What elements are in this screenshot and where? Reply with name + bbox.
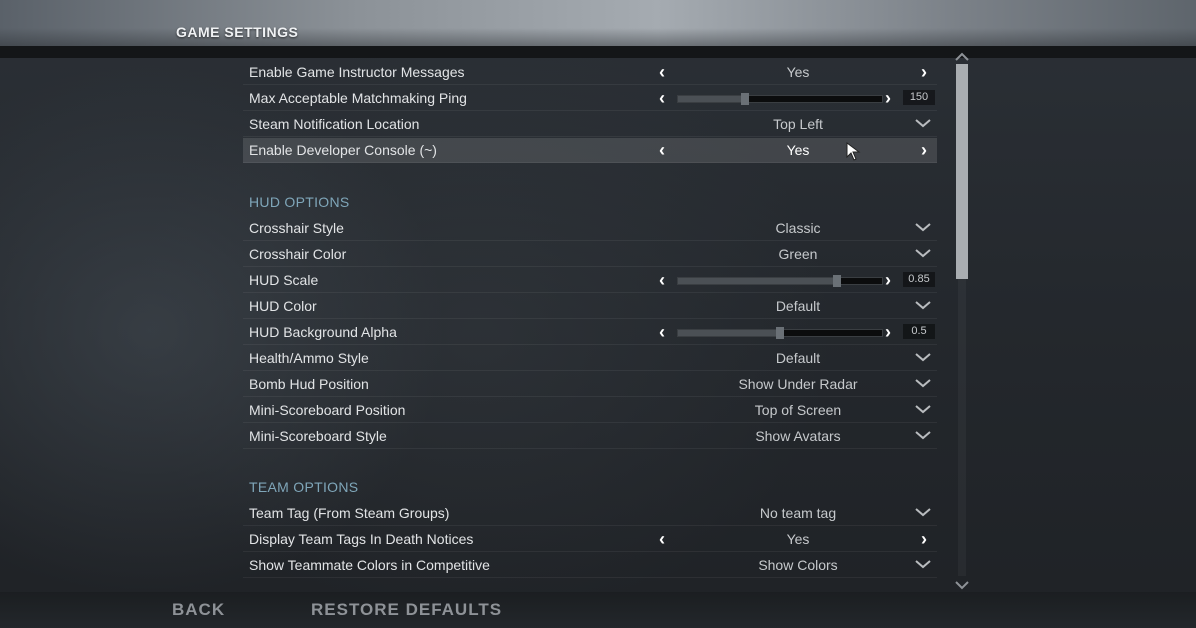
scrollbar[interactable] — [952, 50, 972, 590]
slider-fill — [678, 96, 746, 102]
arrow-right-icon[interactable]: › — [885, 88, 891, 108]
back-button[interactable]: BACK — [172, 600, 225, 620]
setting-row-hud-background-alpha: HUD Background Alpha ‹ › 0.5 — [243, 320, 937, 345]
scroll-thumb[interactable] — [956, 64, 968, 280]
section-header-team: TEAM OPTIONS — [249, 479, 359, 495]
setting-row-mini-scoreboard-position[interactable]: Mini-Scoreboard Position Top of Screen — [243, 398, 937, 423]
chevron-down-icon[interactable] — [913, 427, 933, 443]
setting-label: Display Team Tags In Death Notices — [249, 531, 474, 547]
setting-label: Crosshair Color — [249, 246, 347, 262]
footer-bar: BACK RESTORE DEFAULTS — [0, 592, 1196, 628]
arrow-left-icon[interactable]: ‹ — [659, 62, 665, 82]
setting-value: No team tag — [759, 505, 837, 521]
chevron-up-icon[interactable] — [954, 50, 970, 62]
setting-label: Bomb Hud Position — [249, 376, 369, 392]
slider-handle[interactable] — [833, 275, 842, 287]
setting-row-team-tags-death-notices[interactable]: Display Team Tags In Death Notices ‹ Yes… — [243, 527, 937, 552]
slider-fill — [678, 278, 838, 284]
restore-defaults-button[interactable]: RESTORE DEFAULTS — [311, 600, 502, 620]
section-header-hud: HUD OPTIONS — [249, 194, 350, 210]
header-bar — [0, 46, 1196, 58]
setting-value: Show Colors — [758, 557, 838, 573]
chevron-down-icon[interactable] — [954, 578, 970, 590]
slider-track[interactable] — [677, 93, 883, 105]
setting-label: Team Tag (From Steam Groups) — [249, 505, 450, 521]
setting-label: HUD Color — [249, 298, 317, 314]
slider-track[interactable] — [677, 327, 883, 339]
setting-label: Steam Notification Location — [249, 116, 420, 132]
setting-value: Yes — [786, 64, 810, 80]
setting-value: Default — [775, 298, 821, 314]
slider-track[interactable] — [677, 275, 883, 287]
chevron-down-icon[interactable] — [913, 401, 933, 417]
chevron-down-icon[interactable] — [913, 115, 933, 131]
slider-fill — [678, 330, 780, 336]
setting-value: Top Left — [773, 116, 823, 132]
chevron-down-icon[interactable] — [913, 219, 933, 235]
arrow-left-icon[interactable]: ‹ — [659, 529, 665, 549]
setting-row-developer-console[interactable]: Enable Developer Console (~) ‹ Yes › — [243, 138, 937, 163]
chevron-down-icon[interactable] — [913, 504, 933, 520]
slider-value: 150 — [903, 90, 935, 105]
setting-label: Crosshair Style — [249, 220, 344, 236]
arrow-right-icon[interactable]: › — [885, 270, 891, 290]
page-title: GAME SETTINGS — [176, 24, 299, 40]
setting-label: Enable Game Instructor Messages — [249, 64, 465, 80]
setting-value: Show Under Radar — [738, 376, 858, 392]
arrow-left-icon[interactable]: ‹ — [659, 270, 665, 290]
setting-value: Yes — [786, 531, 810, 547]
arrow-left-icon[interactable]: ‹ — [659, 140, 665, 160]
setting-row-steam-notification[interactable]: Steam Notification Location Top Left — [243, 112, 937, 137]
setting-label: Mini-Scoreboard Style — [249, 428, 387, 444]
setting-row-crosshair-style[interactable]: Crosshair Style Classic — [243, 216, 937, 241]
setting-value: Yes — [786, 142, 810, 158]
arrow-left-icon[interactable]: ‹ — [659, 322, 665, 342]
setting-label: Max Acceptable Matchmaking Ping — [249, 90, 467, 106]
setting-row-matchmaking-ping: Max Acceptable Matchmaking Ping ‹ › 150 — [243, 86, 937, 111]
setting-label: Show Teammate Colors in Competitive — [249, 557, 490, 573]
setting-row-teammate-colors[interactable]: Show Teammate Colors in Competitive Show… — [243, 553, 937, 578]
slider-value: 0.85 — [903, 272, 935, 287]
setting-value: Green — [778, 246, 818, 262]
setting-value: Default — [775, 350, 821, 366]
arrow-left-icon[interactable]: ‹ — [659, 88, 665, 108]
slider-handle[interactable] — [741, 93, 750, 105]
arrow-right-icon[interactable]: › — [921, 62, 927, 82]
setting-label: HUD Background Alpha — [249, 324, 397, 340]
setting-row-game-instructor[interactable]: Enable Game Instructor Messages ‹ Yes › — [243, 60, 937, 85]
arrow-right-icon[interactable]: › — [921, 529, 927, 549]
chevron-down-icon[interactable] — [913, 349, 933, 365]
setting-row-hud-color[interactable]: HUD Color Default — [243, 294, 937, 319]
setting-value: Top of Screen — [754, 402, 842, 418]
slider-handle[interactable] — [776, 327, 784, 339]
mouse-pointer-icon — [846, 142, 862, 167]
setting-row-bomb-hud-position[interactable]: Bomb Hud Position Show Under Radar — [243, 372, 937, 397]
slider-value: 0.5 — [903, 324, 935, 339]
setting-label: Health/Ammo Style — [249, 350, 369, 366]
setting-label: HUD Scale — [249, 272, 319, 288]
setting-row-crosshair-color[interactable]: Crosshair Color Green — [243, 242, 937, 267]
setting-label: Enable Developer Console (~) — [249, 142, 437, 158]
chevron-down-icon[interactable] — [913, 375, 933, 391]
setting-row-mini-scoreboard-style[interactable]: Mini-Scoreboard Style Show Avatars — [243, 424, 937, 449]
chevron-down-icon[interactable] — [913, 245, 933, 261]
setting-value: Show Avatars — [755, 428, 841, 444]
chevron-down-icon[interactable] — [913, 556, 933, 572]
setting-row-hud-scale: HUD Scale ‹ › 0.85 — [243, 268, 937, 293]
setting-row-health-ammo-style[interactable]: Health/Ammo Style Default — [243, 346, 937, 371]
setting-label: Mini-Scoreboard Position — [249, 402, 406, 418]
setting-value: Classic — [775, 220, 821, 236]
arrow-right-icon[interactable]: › — [885, 322, 891, 342]
arrow-right-icon[interactable]: › — [921, 140, 927, 160]
setting-row-team-tag[interactable]: Team Tag (From Steam Groups) No team tag — [243, 501, 937, 526]
chevron-down-icon[interactable] — [913, 297, 933, 313]
settings-panel: Enable Game Instructor Messages ‹ Yes › … — [243, 58, 939, 584]
